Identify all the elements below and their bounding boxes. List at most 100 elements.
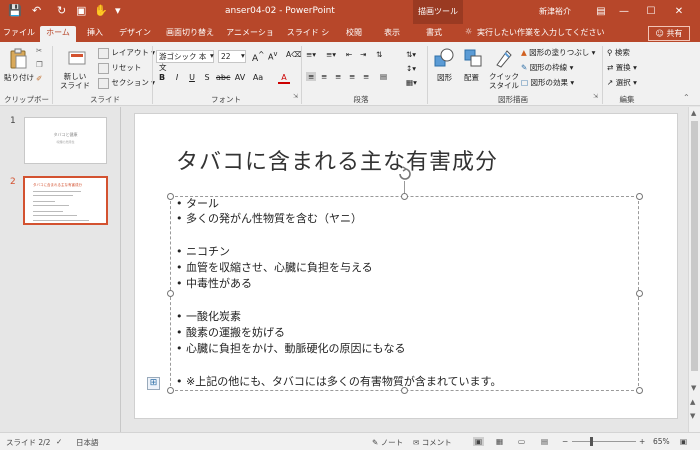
slide-sorter-icon[interactable]: ▦ xyxy=(496,437,503,446)
close-icon[interactable]: ✕ xyxy=(670,3,688,21)
reading-view-icon[interactable]: ▭ xyxy=(518,437,525,446)
customize-qat-icon[interactable]: ▾ xyxy=(115,4,121,17)
zoom-slider-thumb[interactable] xyxy=(590,437,593,446)
vertical-scrollbar[interactable]: ▲ ▼ ▲ ▼ xyxy=(688,107,700,432)
normal-view-icon[interactable]: ▣ xyxy=(473,437,485,446)
quick-styles-label[interactable]: クイック スタイル xyxy=(489,72,519,90)
tab-transitions[interactable]: 画面切り替え xyxy=(162,26,218,42)
chevron-down-icon[interactable]: ▾ xyxy=(210,51,214,60)
arrange-icon[interactable] xyxy=(462,47,484,69)
next-slide-icon[interactable]: ▼ xyxy=(690,412,695,420)
touch-mode-icon[interactable]: ✋ xyxy=(94,4,108,17)
fit-to-window-icon[interactable]: ▣ xyxy=(680,437,687,446)
slideshow-view-icon[interactable]: ▤ xyxy=(541,437,548,446)
copy-icon[interactable]: ❐ xyxy=(36,60,43,69)
shadow-icon[interactable]: S xyxy=(201,72,213,84)
slide-thumbnail-2[interactable]: タバコに含まれる主な有害成分 xyxy=(23,176,108,225)
character-spacing-icon[interactable]: AV xyxy=(234,72,246,84)
zoom-in-icon[interactable]: + xyxy=(639,437,645,446)
shapes-label[interactable]: 図形 xyxy=(437,72,452,83)
chevron-down-icon[interactable]: ▾ xyxy=(241,51,245,60)
maximize-icon[interactable]: ☐ xyxy=(642,3,660,21)
font-color-icon[interactable]: A xyxy=(278,72,290,84)
tab-view[interactable]: 表示 xyxy=(381,26,403,42)
shape-effects-button[interactable]: □ 図形の効果 ▾ xyxy=(521,77,574,88)
tab-insert[interactable]: 挿入 xyxy=(84,26,106,42)
shapes-icon[interactable] xyxy=(433,47,455,69)
slide-thumbnail-1[interactable]: タバコと健康 喫煙の危険性 xyxy=(24,117,107,164)
shrink-font-icon[interactable]: Av xyxy=(268,50,277,62)
ribbon-display-options-icon[interactable]: ▤ xyxy=(592,3,610,21)
tab-file[interactable]: ファイル xyxy=(3,26,35,42)
strikethrough-icon[interactable]: abc xyxy=(216,72,230,84)
dialog-launcher-icon[interactable]: ⇲ xyxy=(293,93,298,100)
redo-icon[interactable]: ↻ xyxy=(57,4,66,17)
tab-home[interactable]: ホーム xyxy=(40,26,76,42)
save-icon[interactable]: 💾 xyxy=(8,4,22,17)
tab-review[interactable]: 校閲 xyxy=(343,26,365,42)
share-button[interactable]: ☺ 共有 xyxy=(648,26,690,41)
tab-animations[interactable]: アニメーション xyxy=(225,26,275,51)
zoom-level[interactable]: 65% xyxy=(653,437,670,446)
decrease-indent-icon[interactable]: ⇤ xyxy=(346,50,352,59)
resize-handle[interactable] xyxy=(167,290,174,297)
zoom-slider[interactable] xyxy=(572,441,636,442)
layout-options-icon[interactable]: ⊞ xyxy=(147,377,160,390)
undo-icon[interactable]: ↶ xyxy=(32,4,41,17)
underline-icon[interactable]: U xyxy=(186,72,198,84)
clear-formatting-icon[interactable]: A⌫ xyxy=(286,50,302,59)
line-spacing-icon[interactable]: ⇅ xyxy=(376,50,382,59)
layout-button[interactable]: レイアウト ▾ xyxy=(98,47,155,59)
minimize-icon[interactable]: — xyxy=(615,3,633,21)
zoom-out-icon[interactable]: − xyxy=(562,437,568,446)
arrange-label[interactable]: 配置 xyxy=(464,72,479,83)
comments-button[interactable]: ✉ コメント xyxy=(413,437,452,448)
scroll-thumb[interactable] xyxy=(691,121,698,371)
slide-title[interactable]: タバコに含まれる主な有害成分 xyxy=(176,144,498,176)
select-button[interactable]: ↗ 選択 ▾ xyxy=(607,77,637,88)
reset-button[interactable]: リセット xyxy=(98,62,141,74)
resize-handle[interactable] xyxy=(167,193,174,200)
smartart-icon[interactable]: ▦▾ xyxy=(406,78,417,87)
align-text-icon[interactable]: ↕▾ xyxy=(406,64,416,73)
paste-icon[interactable] xyxy=(7,48,29,70)
section-button[interactable]: セクション ▾ xyxy=(98,77,155,89)
format-painter-icon[interactable]: ✐ xyxy=(36,74,42,83)
font-name-box[interactable]: 游ゴシック 本文 xyxy=(156,50,214,72)
distributed-icon[interactable]: ≡ xyxy=(363,72,369,81)
notes-button[interactable]: ✎ ノート xyxy=(372,437,403,448)
resize-handle[interactable] xyxy=(167,387,174,394)
new-slide-label[interactable]: 新しい スライド xyxy=(60,72,90,90)
resize-handle[interactable] xyxy=(636,193,643,200)
change-case-icon[interactable]: Aa xyxy=(252,72,264,84)
language-label[interactable]: 日本語 xyxy=(76,437,99,448)
tab-design[interactable]: デザイン xyxy=(118,26,152,42)
collapse-ribbon-icon[interactable]: ⌃ xyxy=(683,93,690,102)
resize-handle[interactable] xyxy=(636,387,643,394)
dialog-launcher-icon[interactable]: ⇲ xyxy=(593,93,598,100)
tab-slideshow[interactable]: スライド ショー xyxy=(284,26,332,51)
new-slide-icon[interactable] xyxy=(66,48,88,70)
numbering-icon[interactable]: ≡▾ xyxy=(326,50,336,59)
cut-icon[interactable]: ✂ xyxy=(36,46,42,55)
align-center-icon[interactable]: ≡ xyxy=(321,72,327,81)
spellcheck-icon[interactable]: ✓ xyxy=(56,437,62,446)
justify-icon[interactable]: ≡ xyxy=(349,72,355,81)
scroll-up-icon[interactable]: ▲ xyxy=(691,109,696,117)
shape-fill-button[interactable]: ▲ 図形の塗りつぶし ▾ xyxy=(521,47,595,58)
increase-indent-icon[interactable]: ⇥ xyxy=(360,50,366,59)
slideshow-start-icon[interactable]: ▣ xyxy=(76,4,86,17)
align-right-icon[interactable]: ≡ xyxy=(335,72,341,81)
scroll-down-icon[interactable]: ▼ xyxy=(691,384,696,392)
columns-icon[interactable]: ▤ xyxy=(380,72,387,81)
previous-slide-icon[interactable]: ▲ xyxy=(690,398,695,406)
tab-format[interactable]: 書式 xyxy=(423,26,445,42)
bold-icon[interactable]: B xyxy=(156,72,168,84)
tell-me-box[interactable]: 実行したい作業を入力してください xyxy=(477,26,627,42)
replace-button[interactable]: ⇄ 置換 ▾ xyxy=(607,62,637,73)
resize-handle[interactable] xyxy=(401,193,408,200)
quick-styles-icon[interactable] xyxy=(493,47,515,69)
italic-icon[interactable]: I xyxy=(171,72,183,84)
paste-label[interactable]: 貼り付け xyxy=(4,72,34,83)
rotate-handle-icon[interactable] xyxy=(397,166,413,182)
